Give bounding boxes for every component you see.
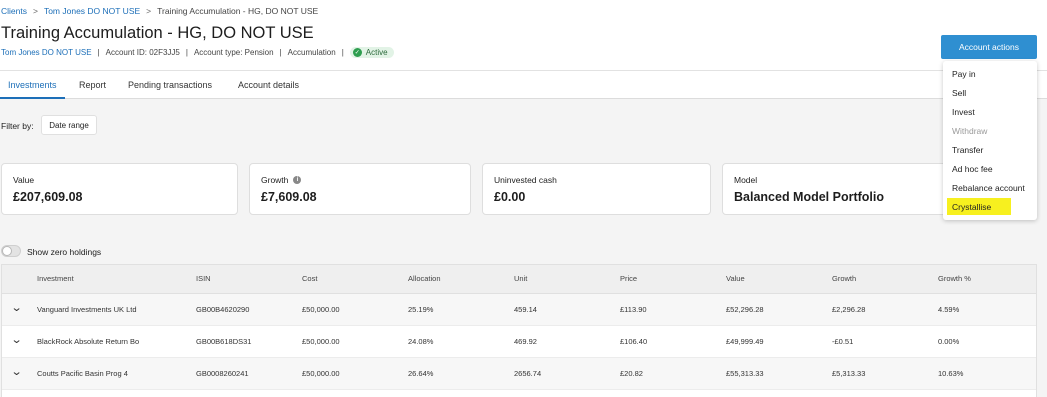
column-header-investment[interactable]: Investment [37,274,74,283]
breadcrumb-current: Training Accumulation - HG, DO NOT USE [157,6,319,16]
breadcrumb-separator: > [146,6,152,16]
growth: £2,296.28 [832,305,866,314]
unit: 459.14 [514,305,537,314]
growth-percent: 0.00% [938,337,960,346]
menu-item-rebalance-account[interactable]: Rebalance account [952,183,1025,193]
account-actions-menu: Pay in Sell Invest Withdraw Transfer Ad … [943,61,1037,220]
price: £20.82 [620,369,643,378]
investment-name: BlackRock Absolute Return Bo [37,337,140,346]
uninvested-cash-card: Uninvested cash £0.00 [482,163,711,215]
page-title: Training Accumulation - HG, DO NOT USE [1,24,314,42]
date-range-button[interactable]: Date range [41,115,97,135]
growth-card-value: £7,609.08 [261,190,317,204]
meta-separator: | [97,48,100,57]
tab-bar: Investments Report Pending transactions … [0,70,1047,99]
toggle-knob [2,246,12,256]
cost: £50,000.00 [302,305,340,314]
tab-account-details[interactable]: Account details [238,71,299,99]
value-card-value: £207,609.08 [13,190,83,204]
value-card: Value £207,609.08 [1,163,238,215]
page-header: Clients > Tom Jones DO NOT USE > Training Ac… [0,0,1047,70]
isin: GB00B618DS31 [196,337,252,346]
tab-report[interactable]: Report [79,71,106,99]
growth-card-label: Growth [261,175,289,185]
menu-item-transfer[interactable]: Transfer [952,145,983,155]
breadcrumb-clients-link[interactable]: Clients [1,6,27,16]
table-row[interactable]: ⌄ Vanguard Investments UK Ltd GB00B46202… [2,294,1036,326]
column-header-unit[interactable]: Unit [514,274,527,283]
uninvested-cash-value: £0.00 [494,190,526,204]
column-header-cost[interactable]: Cost [302,274,317,283]
tab-investments[interactable]: Investments [0,71,65,99]
account-id: Account ID: 02F3JJ5 [105,48,180,57]
menu-item-ad-hoc-fee[interactable]: Ad hoc fee [952,164,993,174]
model-card-value: Balanced Model Portfolio [734,190,885,204]
column-header-value[interactable]: Value [726,274,745,283]
uninvested-cash-label: Uninvested cash [494,175,557,185]
check-icon: ✓ [352,48,362,57]
table-row[interactable]: ⌄ Coutts Pacific Basin Prog 4 GB00082602… [2,358,1036,390]
value: £55,313.33 [726,369,764,378]
column-header-price[interactable]: Price [620,274,637,283]
growth: £5,313.33 [832,369,866,378]
meta-separator: | [185,48,188,57]
menu-item-invest[interactable]: Invest [952,107,975,117]
column-header-isin[interactable]: ISIN [196,274,211,283]
show-zero-holdings-toggle[interactable] [1,245,21,257]
allocation: 25.19% [408,305,434,314]
accumulation-label: Accumulation [287,48,336,57]
growth-card: Growth i £7,609.08 [249,163,471,215]
status-label: Active [365,48,388,57]
growth: -£0.51 [832,337,854,346]
holdings-table: Investment ISIN Cost Allocation Unit Pri… [1,264,1037,397]
table-header: Investment ISIN Cost Allocation Unit Pri… [2,265,1036,294]
account-actions-button[interactable]: Account actions [941,35,1037,59]
value: £52,296.28 [726,305,764,314]
menu-item-sell[interactable]: Sell [952,88,966,98]
investment-name: Vanguard Investments UK Ltd [37,305,137,314]
growth-percent: 10.63% [938,369,964,378]
allocation: 26.64% [408,369,434,378]
isin: GB00B4620290 [196,305,250,314]
cost: £50,000.00 [302,369,340,378]
isin: GB0008260241 [196,369,249,378]
meta-separator: | [279,48,282,57]
account-type: Account type: Pension [193,48,274,57]
model-card-label: Model [734,175,758,185]
growth-percent: 4.59% [938,305,960,314]
account-meta: Tom Jones DO NOT USE | Account ID: 02F3J… [1,47,394,58]
unit: 2656.74 [514,369,542,378]
breadcrumb-client-link[interactable]: Tom Jones DO NOT USE [44,6,140,16]
menu-item-crystallise[interactable]: Crystallise [947,198,1011,215]
table-row[interactable]: ⌄ BlackRock Absolute Return Bo GB00B618D… [2,326,1036,358]
tab-pending-transactions[interactable]: Pending transactions [128,71,212,99]
price: £113.90 [620,305,647,314]
unit: 469.92 [514,337,537,346]
menu-item-crystallise-label: Crystallise [952,202,992,212]
value-card-label: Value [13,175,35,185]
price: £106.40 [620,337,648,346]
info-icon[interactable]: i [293,176,302,184]
growth-card-label-row: Growth i [261,175,302,185]
client-link[interactable]: Tom Jones DO NOT USE [1,48,92,57]
chevron-down-icon[interactable]: ⌄ [11,333,23,346]
allocation: 24.08% [408,337,434,346]
value: £49,999.49 [726,337,764,346]
column-header-allocation[interactable]: Allocation [408,274,441,283]
cost: £50,000.00 [302,337,340,346]
chevron-down-icon[interactable]: ⌄ [11,365,23,378]
column-header-growth[interactable]: Growth [832,274,856,283]
chevron-down-icon[interactable]: ⌄ [11,301,23,314]
investment-name: Coutts Pacific Basin Prog 4 [37,369,128,378]
menu-item-withdraw: Withdraw [952,126,988,136]
status-badge: ✓ Active [349,47,394,58]
show-zero-holdings-label: Show zero holdings [27,247,102,257]
menu-item-pay-in[interactable]: Pay in [952,69,976,79]
meta-separator: | [341,48,344,57]
breadcrumb-separator: > [32,6,38,16]
column-header-growth-percent[interactable]: Growth % [938,274,971,283]
filter-label: Filter by: [1,121,34,131]
breadcrumb: Clients > Tom Jones DO NOT USE > Training Ac… [1,6,318,16]
